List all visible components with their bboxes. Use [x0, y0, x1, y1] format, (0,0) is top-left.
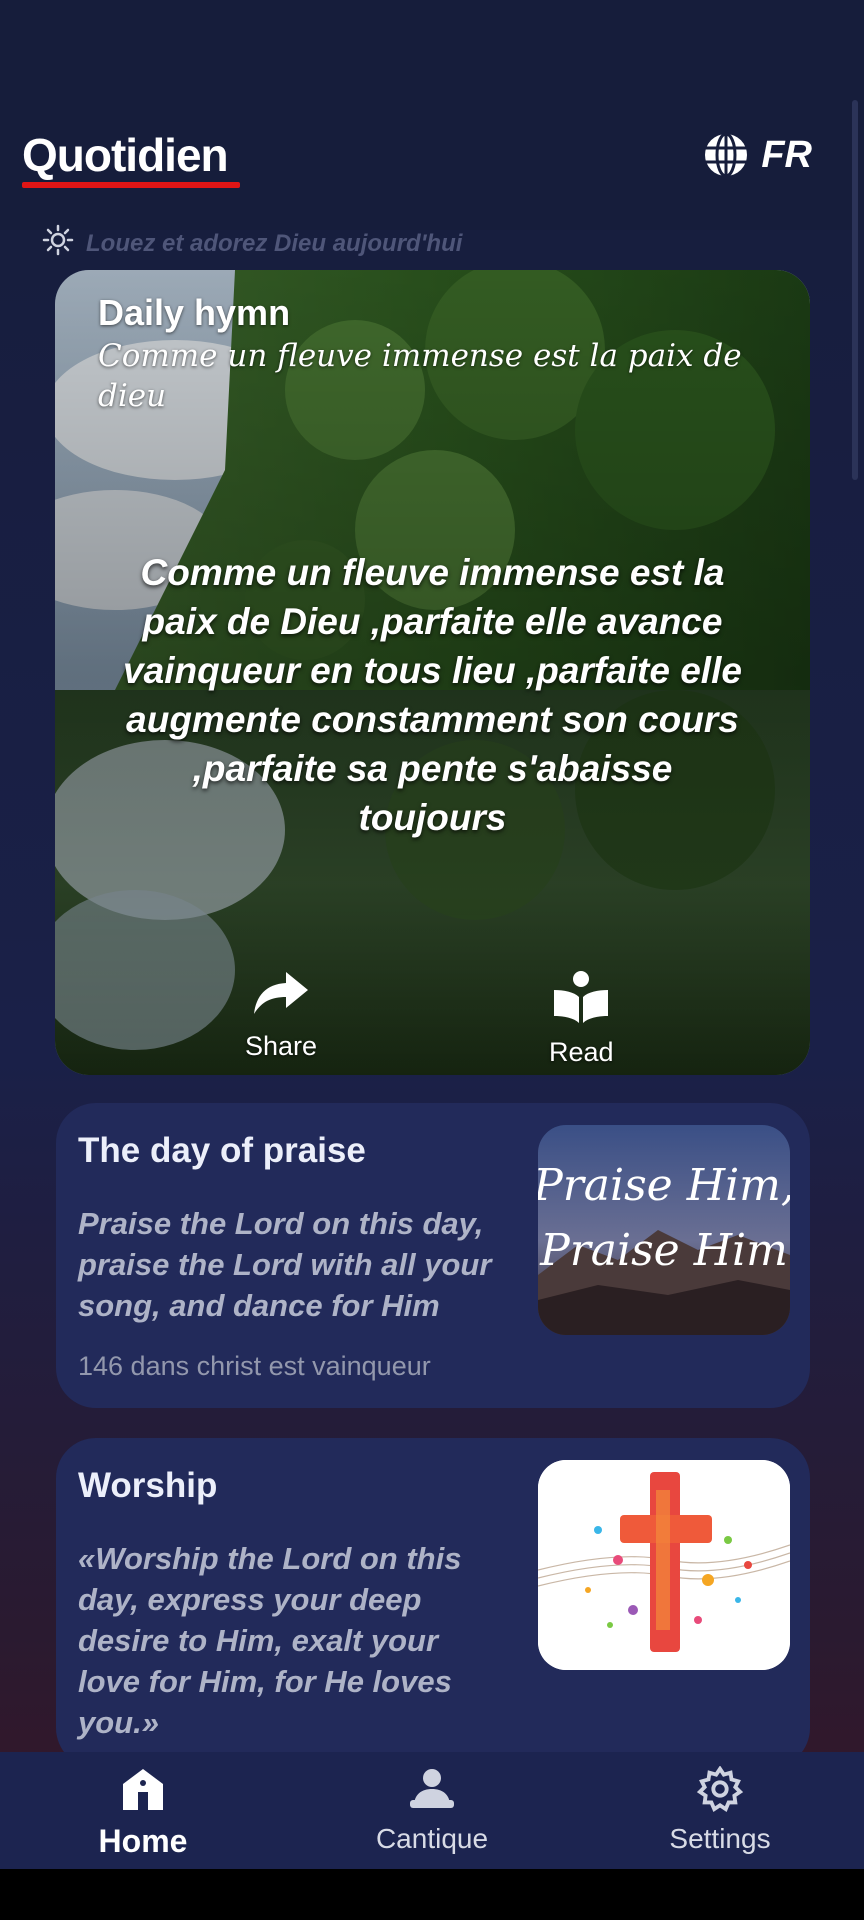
card-meta: 146 dans christ est vainqueur: [78, 1351, 431, 1381]
nav-settings-label: Settings: [669, 1823, 771, 1854]
gear-icon: [696, 1765, 744, 1817]
app-title: Quotidien: [22, 129, 229, 181]
read-button[interactable]: Read: [549, 970, 614, 1068]
hero-subtitle: Comme un fleuve immense est la paix de d…: [98, 338, 742, 414]
share-icon: [252, 970, 310, 1025]
nav-home[interactable]: Home: [33, 1766, 253, 1860]
home-icon: [119, 1766, 167, 1817]
tagline-text: Louez et adorez Dieu aujourd'hui: [86, 229, 463, 257]
app-header: [0, 0, 864, 230]
title-underline: [22, 182, 240, 188]
sun-icon: [42, 224, 74, 263]
card-text: Praise the Lord on this day, praise the …: [78, 1206, 492, 1323]
system-navigation-bar: [0, 1869, 864, 1920]
tagline: Louez et adorez Dieu aujourd'hui: [42, 224, 462, 263]
nav-cantique-label: Cantique: [375, 1823, 489, 1854]
hero-title: Daily hymn: [98, 292, 291, 333]
book-reader-icon: [552, 970, 610, 1031]
language-selector[interactable]: FR: [703, 132, 812, 178]
scrollbar[interactable]: [852, 100, 858, 480]
card-title: Worship: [78, 1466, 218, 1505]
share-label: Share: [245, 1031, 318, 1061]
nav-home-label: Home: [98, 1823, 188, 1859]
globe-icon: [703, 132, 749, 178]
praise-card[interactable]: The day of praise Praise the Lord on thi…: [56, 1103, 810, 1408]
nav-settings[interactable]: Settings: [610, 1765, 830, 1855]
cantique-icon: [408, 1766, 456, 1817]
share-button[interactable]: Share: [245, 970, 317, 1062]
image-text-line1: Praise Him,: [538, 1160, 790, 1211]
worship-cross-image: [538, 1460, 790, 1670]
worship-card[interactable]: Worship «Worship the Lord on this day, e…: [56, 1438, 810, 1768]
card-text: «Worship the Lord on this day, express y…: [78, 1541, 462, 1740]
read-label: Read: [549, 1037, 614, 1067]
language-label: FR: [761, 133, 812, 176]
hymn-text: Comme un fleuve immense est la paix de D…: [123, 552, 742, 838]
daily-hymn-card[interactable]: Daily hymn Comme un fleuve immense est l…: [55, 270, 810, 1075]
bottom-navigation: Home Cantique Settings: [0, 1752, 864, 1869]
praise-him-image: Praise Him, Praise Him: [538, 1125, 790, 1335]
card-title: The day of praise: [78, 1131, 366, 1170]
image-text-line2: Praise Him: [539, 1225, 788, 1276]
nav-cantique[interactable]: Cantique: [322, 1766, 542, 1855]
